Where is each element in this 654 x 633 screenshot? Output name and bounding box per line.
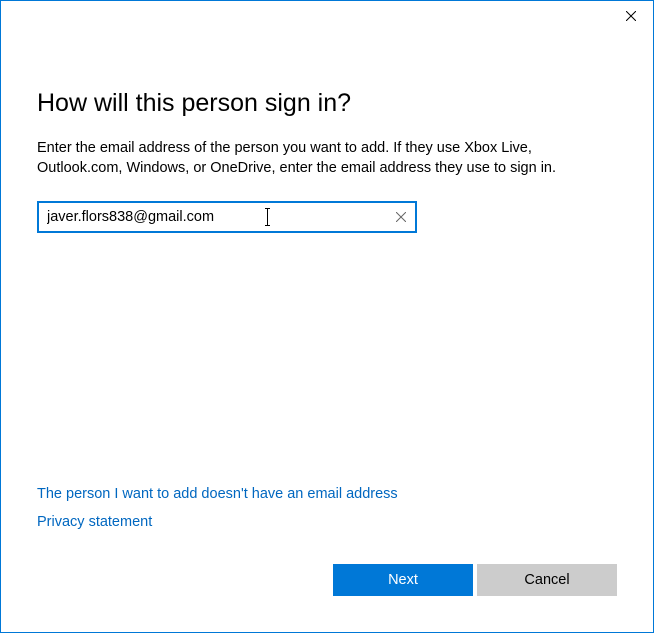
clear-input-button[interactable] [385,201,417,233]
dialog-content: How will this person sign in? Enter the … [1,31,653,564]
no-email-link[interactable]: The person I want to add doesn't have an… [37,486,398,502]
close-icon [626,11,636,21]
next-button[interactable]: Next [333,564,473,596]
add-user-dialog: How will this person sign in? Enter the … [0,0,654,633]
cancel-button[interactable]: Cancel [477,564,617,596]
email-input-wrapper [37,201,417,233]
dialog-heading: How will this person sign in? [37,89,617,118]
clear-icon [396,212,406,222]
button-row: Next Cancel [1,564,653,632]
privacy-link[interactable]: Privacy statement [37,514,152,530]
email-input[interactable] [37,201,417,233]
links-section: The person I want to add doesn't have an… [37,486,617,542]
dialog-description: Enter the email address of the person yo… [37,138,617,179]
titlebar [1,1,653,31]
close-button[interactable] [608,1,653,31]
